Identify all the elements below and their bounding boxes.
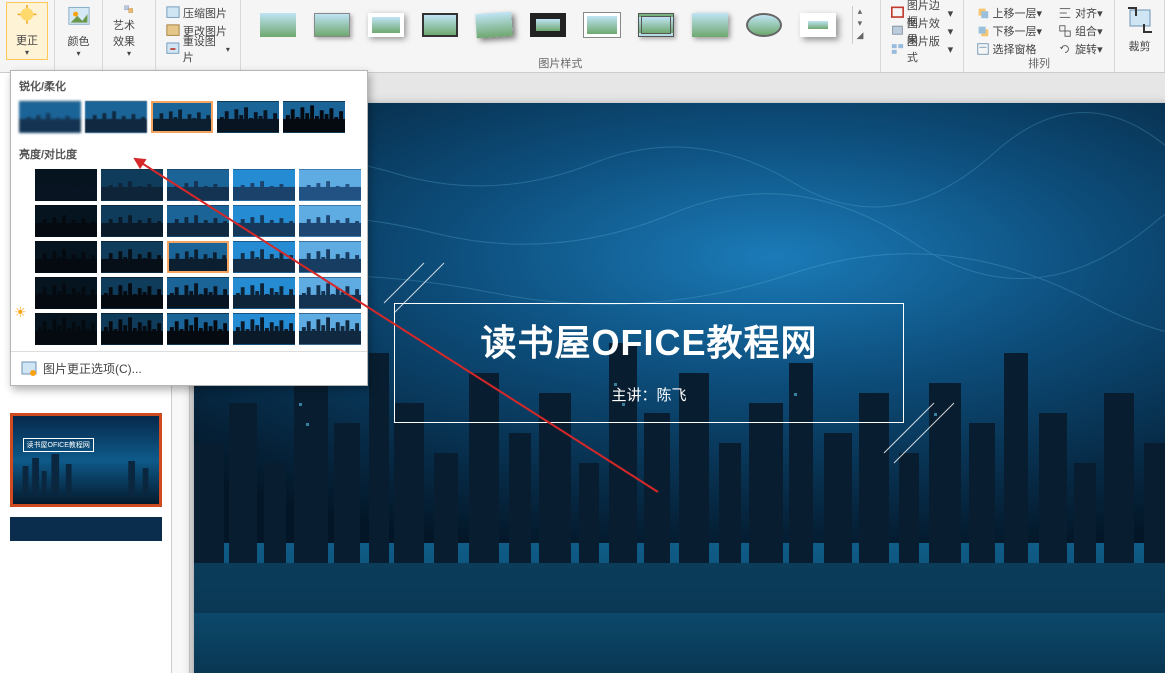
picture-layout-button[interactable]: 图片版式 ▾ <box>887 40 957 58</box>
picture-style-7[interactable] <box>632 6 680 44</box>
sharpen-preset-2[interactable] <box>151 101 213 133</box>
corrections-button[interactable]: 更正 ▾ <box>6 2 48 60</box>
brightness-preset-3-4[interactable] <box>299 277 361 309</box>
color-label: 颜色 <box>68 33 90 49</box>
corrections-label: 更正 <box>16 32 38 48</box>
ribbon: 更正 ▾ 颜色 ▾ 艺术效果 ▾ 压缩图片 更改图片 重设图片 ▾ /*plac… <box>0 0 1165 73</box>
picture-style-5[interactable] <box>524 6 572 44</box>
brightness-preset-4-4[interactable] <box>299 313 361 345</box>
brightness-grid <box>17 167 361 347</box>
artistic-label: 艺术效果 <box>113 17 145 49</box>
picture-style-0[interactable] <box>254 6 302 44</box>
gallery-scroll[interactable]: ▴ <box>853 6 866 18</box>
sharpen-soften-label: 锐化/柔化 <box>17 75 361 99</box>
slide-subtitle: 主讲：陈飞 <box>611 384 686 405</box>
compress-pictures-button[interactable]: 压缩图片 <box>162 4 234 22</box>
brightness-preset-1-0[interactable] <box>35 205 97 237</box>
brightness-preset-4-2[interactable] <box>167 313 229 345</box>
picture-style-9[interactable] <box>740 6 788 44</box>
picture-style-2[interactable] <box>362 6 410 44</box>
corrections-dropdown: 锐化/柔化 亮度/对比度 ☀ 图片更正选项(C)... <box>10 70 368 386</box>
picture-style-1[interactable] <box>308 6 356 44</box>
brightness-preset-1-4[interactable] <box>299 205 361 237</box>
artistic-effects-button[interactable]: 艺术效果 ▾ <box>109 2 149 60</box>
brightness-preset-2-3[interactable] <box>233 241 295 273</box>
brightness-preset-0-4[interactable] <box>299 169 361 201</box>
brightness-preset-4-1[interactable] <box>101 313 163 345</box>
picture-style-4[interactable] <box>470 6 518 44</box>
brightness-preset-0-0[interactable] <box>35 169 97 201</box>
bring-forward-button[interactable]: 上移一层 ▾ <box>972 4 1047 22</box>
sharpen-preset-0[interactable] <box>19 101 81 133</box>
gallery-scroll[interactable]: ▾ <box>853 18 866 30</box>
brightness-preset-2-1[interactable] <box>101 241 163 273</box>
brightness-preset-0-2[interactable] <box>167 169 229 201</box>
sharpen-preset-3[interactable] <box>217 101 279 133</box>
brightness-preset-2-0[interactable] <box>35 241 97 273</box>
picture-style-8[interactable] <box>686 6 734 44</box>
brightness-preset-1-1[interactable] <box>101 205 163 237</box>
crop-label: 裁剪 <box>1129 38 1151 54</box>
brightness-preset-3-1[interactable] <box>101 277 163 309</box>
picture-corrections-options[interactable]: 图片更正选项(C)... <box>11 351 367 385</box>
picture-styles-gallery[interactable]: /*placeholder*/ ▴▾◢ <box>248 2 872 44</box>
brightness-preset-1-3[interactable] <box>233 205 295 237</box>
sharpen-grid <box>17 99 361 135</box>
color-button[interactable]: 颜色 ▾ <box>59 2 99 60</box>
picture-style-6[interactable] <box>578 6 626 44</box>
group-button[interactable]: 组合 ▾ <box>1054 22 1107 40</box>
slide-thumb-3[interactable] <box>10 517 162 541</box>
picture-style-10[interactable] <box>794 6 842 44</box>
picture-styles-label: 图片样式 <box>241 55 880 71</box>
brightness-preset-0-3[interactable] <box>233 169 295 201</box>
brightness-preset-3-3[interactable] <box>233 277 295 309</box>
brightness-preset-1-2[interactable] <box>167 205 229 237</box>
brightness-preset-4-0[interactable] <box>35 313 97 345</box>
brightness-preset-0-1[interactable] <box>101 169 163 201</box>
reset-picture-button[interactable]: 重设图片 ▾ <box>162 40 234 58</box>
brightness-contrast-label: 亮度/对比度 <box>17 143 361 167</box>
align-button[interactable]: 对齐 ▾ <box>1054 4 1107 22</box>
sharpen-preset-4[interactable] <box>283 101 345 133</box>
mini-title: 读书屋OFICE教程网 <box>23 438 94 452</box>
crop-button[interactable]: 裁剪 <box>1120 2 1160 60</box>
slide-thumb-active[interactable]: 读书屋OFICE教程网 <box>10 413 162 507</box>
sharpen-preset-1[interactable] <box>85 101 147 133</box>
brightness-preset-3-0[interactable] <box>35 277 97 309</box>
gallery-scroll[interactable]: ◢ <box>853 30 866 42</box>
picture-style-3[interactable] <box>416 6 464 44</box>
brightness-preset-4-3[interactable] <box>233 313 295 345</box>
brightness-preset-2-2[interactable] <box>167 241 229 273</box>
brightness-preset-3-2[interactable] <box>167 277 229 309</box>
sun-icon: ☀ <box>14 304 27 321</box>
title-frame[interactable]: 读书屋OFICE教程网 主讲：陈飞 <box>394 303 904 423</box>
brightness-preset-2-4[interactable] <box>299 241 361 273</box>
arrange-label: 排列 <box>964 55 1114 71</box>
send-backward-button[interactable]: 下移一层 ▾ <box>972 22 1047 40</box>
slide-title: 读书屋OFICE教程网 <box>480 314 817 366</box>
